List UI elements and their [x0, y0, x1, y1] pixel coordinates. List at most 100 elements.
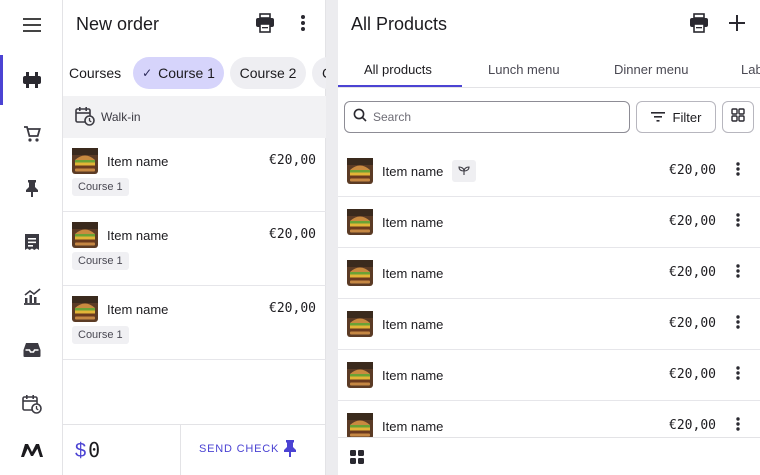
pos-app: New order Courses ✓ Course 1 Course 2 Wa…	[0, 0, 760, 475]
more-vertical-icon	[736, 314, 740, 334]
rail-item-analytics[interactable]	[0, 271, 63, 321]
product-more-button[interactable]	[730, 262, 746, 284]
item-name: Item name	[107, 228, 169, 243]
product-row[interactable]: Item name €20,00	[338, 248, 760, 299]
item-course-tag: Course 1	[72, 252, 129, 270]
send-check-button[interactable]: SEND CHECK	[199, 443, 279, 455]
receipt-icon	[24, 233, 40, 251]
rail-item-cart[interactable]	[0, 109, 63, 159]
product-row[interactable]: Item name €20,00	[338, 146, 760, 197]
pin-icon	[25, 179, 39, 197]
cart-icon	[23, 125, 41, 143]
order-item[interactable]: Item name €20,00 Course 1	[63, 138, 326, 212]
grid-view-button[interactable]	[722, 101, 754, 133]
sprout-icon	[452, 160, 476, 182]
chip-label: Course 2	[239, 65, 297, 81]
product-price: €20,00	[669, 214, 716, 229]
printer-icon	[255, 12, 275, 38]
tab-dinner-menu[interactable]: Dinner menu	[614, 62, 688, 77]
item-thumbnail	[72, 222, 98, 248]
rail-item-reservations[interactable]	[0, 379, 63, 429]
products-footer	[338, 437, 760, 475]
order-title: New order	[76, 14, 160, 34]
product-price: €20,00	[669, 265, 716, 280]
product-more-button[interactable]	[730, 364, 746, 386]
tab-lunch-menu[interactable]: Lunch menu	[488, 62, 560, 77]
pin-icon[interactable]	[283, 439, 297, 462]
product-price: €20,00	[669, 367, 716, 382]
total-value: 0	[88, 438, 101, 462]
product-row[interactable]: Item name €20,00	[338, 299, 760, 350]
filter-label: Filter	[672, 109, 702, 125]
chip-course-2[interactable]: Course 2	[230, 57, 306, 89]
product-row[interactable]: Item name €20,00	[338, 197, 760, 248]
product-more-button[interactable]	[730, 211, 746, 233]
products-panel: All Products All products Lunch menu Din…	[338, 0, 760, 475]
grid-icon	[731, 107, 745, 127]
order-header: New order	[63, 0, 326, 50]
search-input[interactable]	[373, 110, 613, 124]
product-more-button[interactable]	[730, 415, 746, 437]
plus-icon	[729, 14, 745, 36]
product-price: €20,00	[669, 418, 716, 433]
product-thumbnail	[347, 413, 373, 437]
order-more-button[interactable]	[290, 12, 316, 38]
product-name: Item name	[382, 419, 444, 434]
add-product-button[interactable]	[724, 12, 750, 38]
more-vertical-icon	[736, 161, 740, 181]
print-products-button[interactable]	[686, 12, 712, 38]
product-thumbnail	[347, 209, 373, 235]
inbox-icon	[23, 342, 41, 358]
product-row[interactable]: Item name €20,00	[338, 350, 760, 401]
rail-item-tables[interactable]	[0, 55, 63, 105]
product-thumbnail	[347, 158, 373, 184]
product-thumbnail	[347, 362, 373, 388]
check-icon: ✓	[142, 66, 153, 80]
print-order-button[interactable]	[252, 12, 278, 38]
walkin-row[interactable]: Walk-in	[63, 96, 326, 138]
product-price: €20,00	[669, 163, 716, 178]
product-more-button[interactable]	[730, 313, 746, 335]
product-name: Item name	[382, 266, 444, 281]
products-title: All Products	[351, 14, 448, 34]
rail-item-pinned[interactable]	[0, 163, 63, 213]
product-name: Item name	[382, 317, 444, 332]
chip-course-3[interactable]: C	[312, 57, 326, 89]
order-item[interactable]: Item name €20,00 Course 1	[63, 286, 326, 360]
item-price: €20,00	[269, 227, 316, 242]
chip-label: Course 1	[158, 65, 215, 81]
tab-lab[interactable]: Lab	[741, 62, 760, 77]
menu-icon	[22, 18, 41, 32]
item-thumbnail	[72, 148, 98, 174]
product-name: Item name	[382, 164, 444, 179]
product-name: Item name	[382, 368, 444, 383]
tab-all-products[interactable]: All products	[364, 62, 432, 77]
courses-label: Courses	[69, 65, 122, 81]
product-price: €20,00	[669, 316, 716, 331]
item-price: €20,00	[269, 301, 316, 316]
product-name: Item name	[382, 215, 444, 230]
table-service-icon	[22, 71, 41, 89]
filter-icon	[650, 110, 665, 125]
rail-item-orders[interactable]	[0, 217, 63, 267]
calendar-clock-icon	[21, 394, 42, 414]
search-field[interactable]	[344, 101, 630, 133]
more-vertical-icon	[736, 365, 740, 385]
brand-logo[interactable]	[0, 425, 63, 475]
product-more-button[interactable]	[730, 160, 746, 182]
order-footer: $0 SEND CHECK	[63, 424, 326, 475]
item-course-tag: Course 1	[72, 326, 129, 344]
category-grid-button[interactable]	[350, 450, 364, 469]
footer-divider	[180, 425, 181, 475]
chip-course-1[interactable]: ✓ Course 1	[133, 57, 224, 89]
item-course-tag: Course 1	[72, 178, 129, 196]
menu-button[interactable]	[0, 0, 63, 50]
rail-item-inbox[interactable]	[0, 325, 63, 375]
menu-tabs: All products Lunch menu Dinner menu Lab	[338, 52, 760, 88]
filter-button[interactable]: Filter	[636, 101, 716, 133]
order-item[interactable]: Item name €20,00 Course 1	[63, 212, 326, 286]
search-icon	[353, 108, 367, 127]
product-row[interactable]: Item name €20,00	[338, 401, 760, 437]
item-thumbnail	[72, 296, 98, 322]
panel-gap	[326, 0, 338, 475]
